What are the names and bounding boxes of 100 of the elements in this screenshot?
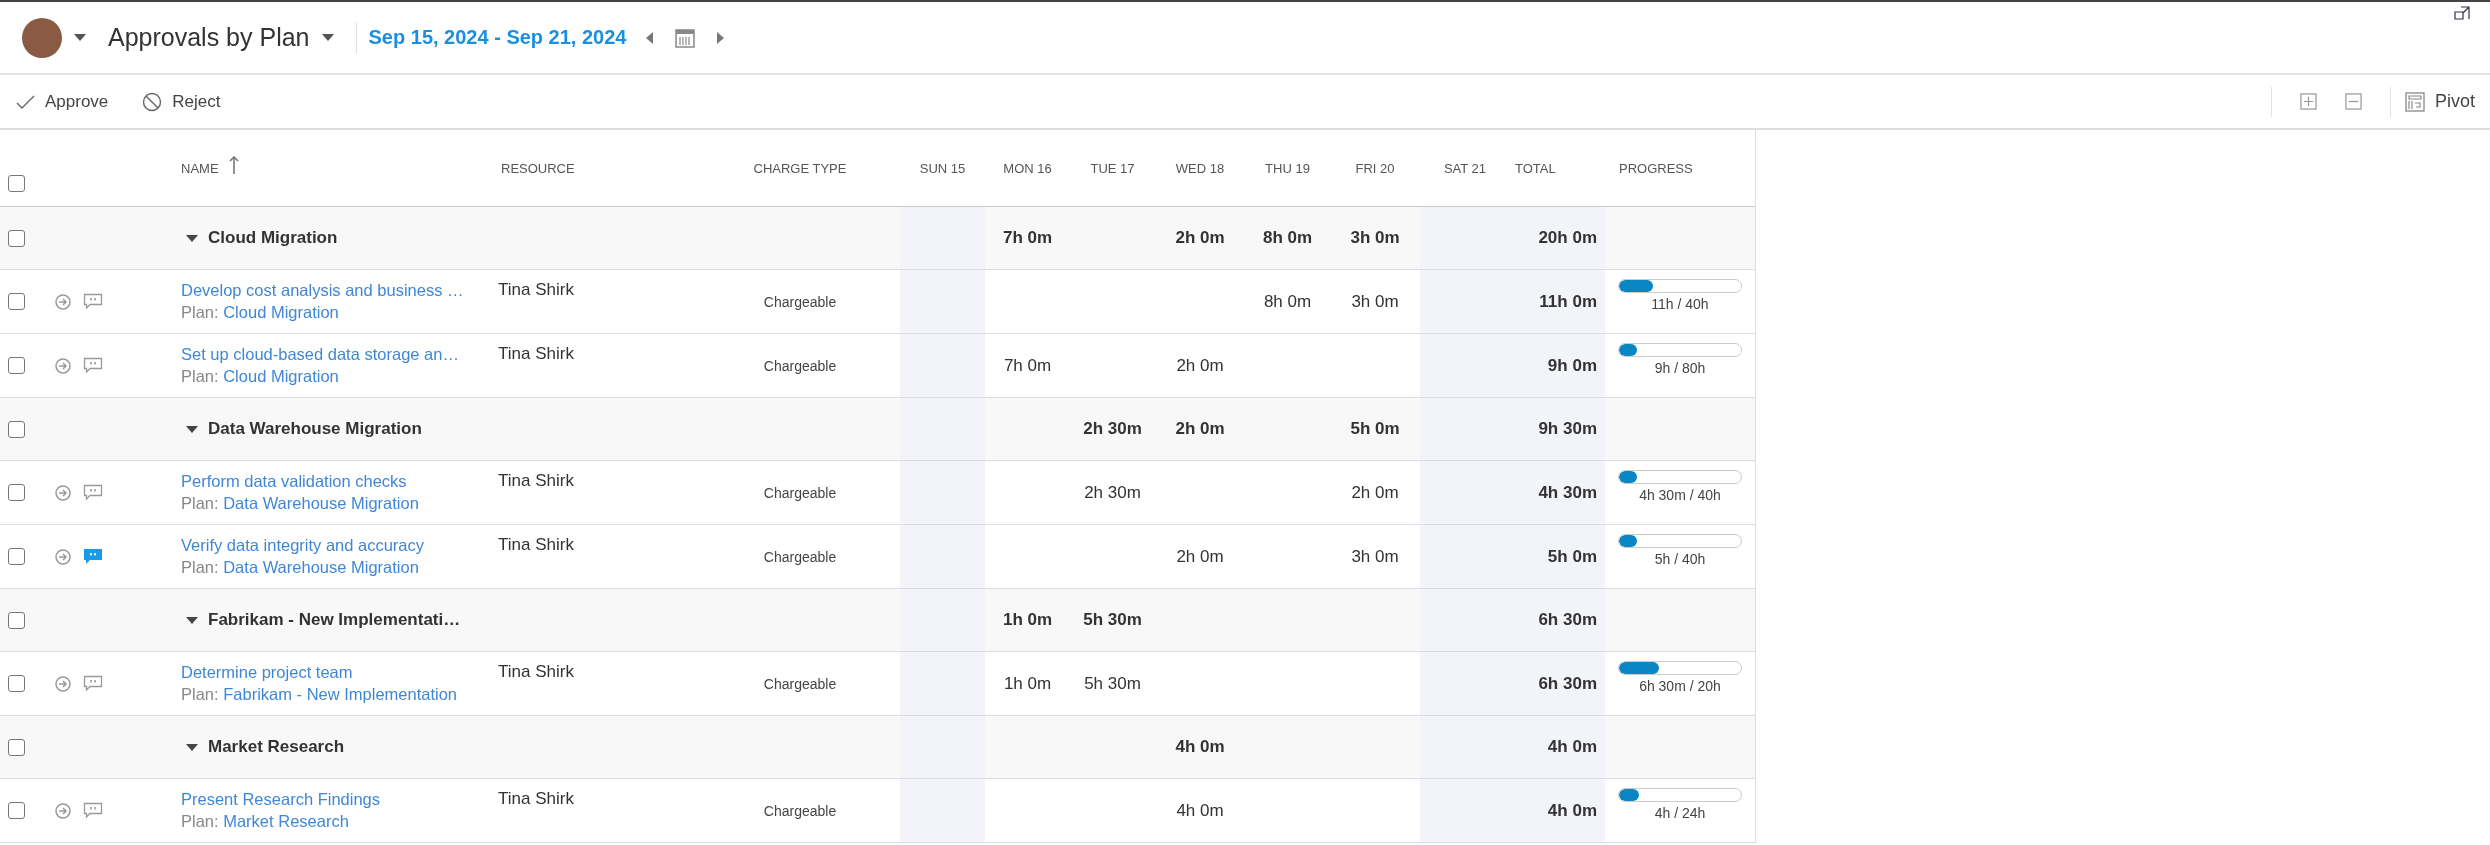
task-link[interactable]: Set up cloud-based data storage an… <box>181 345 459 364</box>
arrow-circle-icon[interactable] <box>55 675 71 692</box>
group-day-hours: 2h 30m <box>1083 419 1142 439</box>
charge-type: Chargeable <box>763 675 837 692</box>
plan-label: Plan: <box>181 558 219 576</box>
calendar-icon[interactable] <box>675 27 696 48</box>
group-title: Cloud Migration <box>208 228 338 248</box>
plan-link[interactable]: Data Warehouse Migration <box>223 494 419 512</box>
column-header[interactable]: THU 19 <box>1265 160 1310 176</box>
caret-icon[interactable] <box>74 34 86 41</box>
caret-icon[interactable] <box>186 743 198 751</box>
row-checkbox[interactable] <box>8 611 25 629</box>
total-hours: 5h 0m <box>1510 525 1605 588</box>
row-checkbox[interactable] <box>8 420 25 438</box>
pivot-icon <box>2404 91 2425 112</box>
row-checkbox[interactable] <box>8 229 25 247</box>
pivot-button[interactable]: Pivot <box>2404 91 2475 112</box>
view-title[interactable]: Approvals by Plan <box>108 23 310 52</box>
plan-link[interactable]: Market Research <box>223 812 349 830</box>
column-header[interactable]: MON 16 <box>1003 160 1052 176</box>
task-link[interactable]: Present Research Findings <box>181 790 380 809</box>
row-checkbox[interactable] <box>8 802 25 819</box>
select-all-checkbox[interactable] <box>8 175 25 192</box>
group-total-hours: 6h 30m <box>1510 589 1605 651</box>
group-day-hours: 5h 30m <box>1083 610 1142 630</box>
caret-icon[interactable] <box>186 425 198 433</box>
task-link[interactable]: Perform data validation checks <box>181 472 407 491</box>
expand-icon[interactable] <box>2454 6 2470 20</box>
comment-icon[interactable] <box>83 801 103 820</box>
plan-link[interactable]: Cloud Migration <box>223 303 339 321</box>
total-hours: 9h 0m <box>1510 334 1605 397</box>
group-total-hours: 4h 0m <box>1510 716 1605 778</box>
row-checkbox[interactable] <box>8 484 25 501</box>
comment-icon[interactable] <box>83 674 103 693</box>
charge-type: Chargeable <box>763 484 837 501</box>
column-header[interactable]: NAME <box>181 160 219 176</box>
collapse-all-icon[interactable] <box>2344 93 2362 110</box>
row-checkbox[interactable] <box>8 293 25 310</box>
group-day-hours: 2h 0m <box>1175 419 1225 439</box>
arrow-circle-icon[interactable] <box>55 802 71 819</box>
comment-icon[interactable] <box>83 356 103 375</box>
group-day-hours: 8h 0m <box>1262 228 1313 248</box>
column-header[interactable]: WED 18 <box>1175 160 1225 176</box>
plan-link[interactable]: Fabrikam - New Implementation <box>223 685 458 703</box>
group-total-hours: 20h 0m <box>1510 207 1605 269</box>
reject-button[interactable]: Reject <box>142 91 221 112</box>
column-header[interactable]: CHARGE TYPE <box>753 160 847 176</box>
resource-name: Tina Shirk <box>498 471 574 491</box>
progress-reading: 6h 30m / 20h <box>1639 678 1721 694</box>
progress-reading: 5h / 40h <box>1654 551 1706 567</box>
group-title: Data Warehouse Migration <box>208 419 422 439</box>
prohibited-icon <box>142 91 163 112</box>
next-icon[interactable] <box>717 31 725 44</box>
row-checkbox[interactable] <box>8 357 25 374</box>
plan-label: Plan: <box>181 685 219 703</box>
total-hours: 6h 30m <box>1510 652 1605 715</box>
caret-icon[interactable] <box>321 34 334 41</box>
task-link[interactable]: Develop cost analysis and business … <box>181 281 464 300</box>
comment-filled-icon[interactable] <box>83 547 103 566</box>
total-hours: 4h 0m <box>1510 779 1605 842</box>
charge-type: Chargeable <box>763 548 837 565</box>
column-header[interactable]: PROGRESS <box>1619 160 1693 176</box>
plan-link[interactable]: Cloud Migration <box>223 367 339 385</box>
column-header[interactable]: FRI 20 <box>1355 160 1395 176</box>
resource-name: Tina Shirk <box>498 662 574 682</box>
column-header[interactable]: TUE 17 <box>1090 160 1135 176</box>
group-day-hours: 7h 0m <box>1002 228 1053 248</box>
arrow-circle-icon[interactable] <box>55 293 71 310</box>
day-hours: 5h 30m <box>1084 673 1141 694</box>
caret-icon[interactable] <box>186 616 198 624</box>
arrow-circle-icon[interactable] <box>55 357 71 374</box>
column-header[interactable]: RESOURCE <box>501 160 575 176</box>
arrow-circle-icon[interactable] <box>55 548 71 565</box>
column-header[interactable]: SUN 15 <box>919 160 966 176</box>
plan-label: Plan: <box>181 303 219 321</box>
row-checkbox[interactable] <box>8 548 25 565</box>
column-header[interactable]: SAT 21 <box>1443 160 1487 176</box>
day-hours: 4h 0m <box>1176 800 1224 821</box>
charge-type: Chargeable <box>763 293 837 310</box>
row-checkbox[interactable] <box>8 738 25 756</box>
resource-name: Tina Shirk <box>498 535 574 555</box>
group-title: Market Research <box>208 737 345 757</box>
sort-ascending-icon[interactable] <box>228 156 239 174</box>
total-hours: 4h 30m <box>1510 461 1605 524</box>
arrow-circle-icon[interactable] <box>55 484 71 501</box>
group-day-hours: 1h 0m <box>1002 610 1053 630</box>
comment-icon[interactable] <box>83 292 103 311</box>
avatar[interactable] <box>22 17 62 58</box>
progress-reading: 4h / 24h <box>1654 805 1706 821</box>
expand-all-icon[interactable] <box>2299 93 2317 110</box>
comment-icon[interactable] <box>83 483 103 502</box>
previous-icon[interactable] <box>646 31 654 44</box>
progress-reading: 4h 30m / 40h <box>1639 487 1721 503</box>
caret-icon[interactable] <box>186 234 198 242</box>
plan-link[interactable]: Data Warehouse Migration <box>223 558 419 576</box>
column-header[interactable]: TOTAL <box>1515 160 1556 176</box>
row-checkbox[interactable] <box>8 675 25 692</box>
task-link[interactable]: Verify data integrity and accuracy <box>181 536 425 555</box>
approve-button[interactable]: Approve <box>15 91 109 112</box>
task-link[interactable]: Determine project team <box>181 663 353 682</box>
